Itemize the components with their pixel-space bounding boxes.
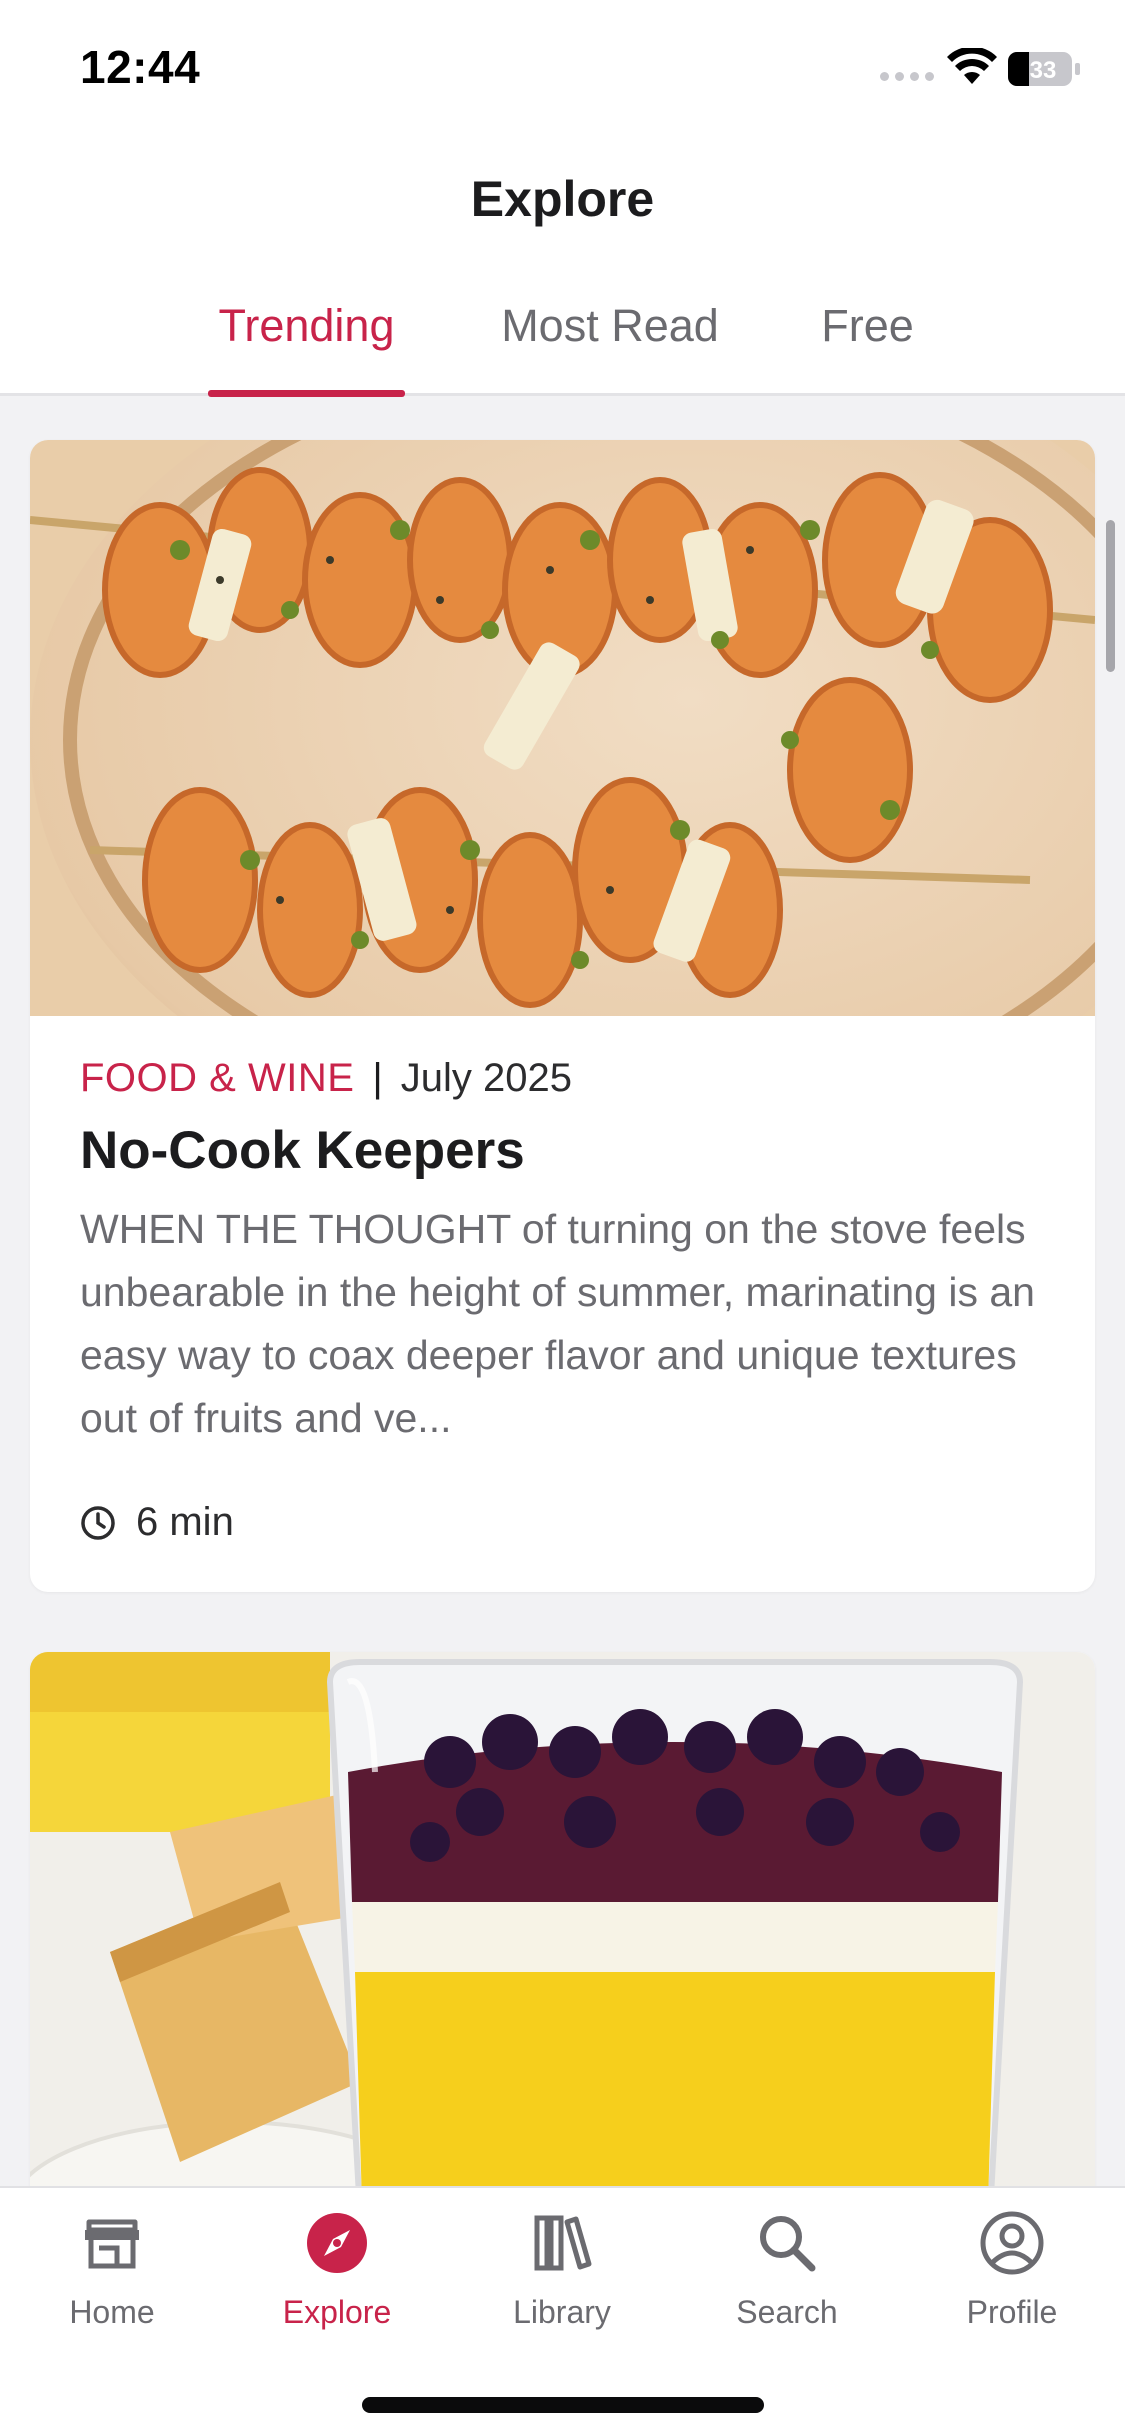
- article-body: FOOD & WINE | July 2025 No-Cook Keepers WH…: [80, 1050, 1060, 1450]
- battery-icon: 33: [1008, 52, 1080, 86]
- status-bar: 12:44 33: [0, 0, 1125, 130]
- magnifier-icon: [760, 2216, 816, 2272]
- storefront-icon: [85, 2219, 139, 2269]
- nav-profile-label: Profile: [966, 2294, 1058, 2330]
- read-time-label: 6 min: [136, 1500, 234, 1544]
- page-title: Explore: [470, 171, 655, 227]
- books-icon: [534, 2215, 592, 2271]
- article-meta: FOOD & WINE | July 2025: [80, 1050, 1060, 1106]
- scroll-indicator[interactable]: [1106, 520, 1115, 672]
- marinated-melon-skewers-photo: [30, 440, 1095, 1016]
- signal-dots-icon: [880, 72, 934, 81]
- tab-bar: Trending Most Read Free: [0, 290, 1125, 397]
- article-title[interactable]: No-Cook Keepers: [80, 1116, 1060, 1186]
- nav-home[interactable]: Home: [12, 2210, 212, 2360]
- nav-home-label: Home: [69, 2294, 155, 2330]
- home-indicator[interactable]: [362, 2397, 764, 2413]
- person-circle-icon: [980, 2211, 1044, 2275]
- compass-icon: [307, 2213, 367, 2273]
- article-excerpt: WHEN THE THOUGHT of turning on the stove…: [80, 1206, 1035, 1441]
- nav-explore[interactable]: Explore: [237, 2210, 437, 2360]
- meta-separator: |: [372, 1056, 383, 1100]
- article-image: [30, 440, 1095, 1016]
- battery-level: 33: [1030, 57, 1057, 84]
- tab-free[interactable]: Free: [815, 290, 920, 396]
- tab-trending[interactable]: Trending: [208, 290, 405, 397]
- tab-most-read[interactable]: Most Read: [495, 290, 725, 396]
- nav-explore-label: Explore: [282, 2294, 392, 2330]
- article-date: July 2025: [400, 1056, 573, 1100]
- nav-library-label: Library: [513, 2294, 611, 2330]
- header: Explore Trending Most Read Free: [0, 130, 1125, 397]
- article-card[interactable]: FOOD & WINE | July 2025 No-Cook Keepers WH…: [30, 440, 1095, 1592]
- article-source[interactable]: FOOD & WINE: [80, 1056, 354, 1100]
- read-time: 6 min: [80, 1500, 234, 1545]
- nav-library[interactable]: Library: [462, 2210, 662, 2360]
- tab-free-label: Free: [821, 300, 914, 351]
- explore-screen: 12:44 33 Explore Trending Most Read Free: [0, 0, 1125, 2436]
- clock-icon: [81, 1505, 115, 1540]
- nav-profile[interactable]: Profile: [912, 2210, 1112, 2360]
- nav-search-label: Search: [736, 2294, 838, 2330]
- wifi-icon: [947, 48, 997, 84]
- tab-trending-label: Trending: [218, 300, 395, 351]
- nav-search[interactable]: Search: [687, 2210, 887, 2360]
- tab-most-read-label: Most Read: [501, 300, 719, 351]
- status-time: 12:44: [80, 41, 201, 93]
